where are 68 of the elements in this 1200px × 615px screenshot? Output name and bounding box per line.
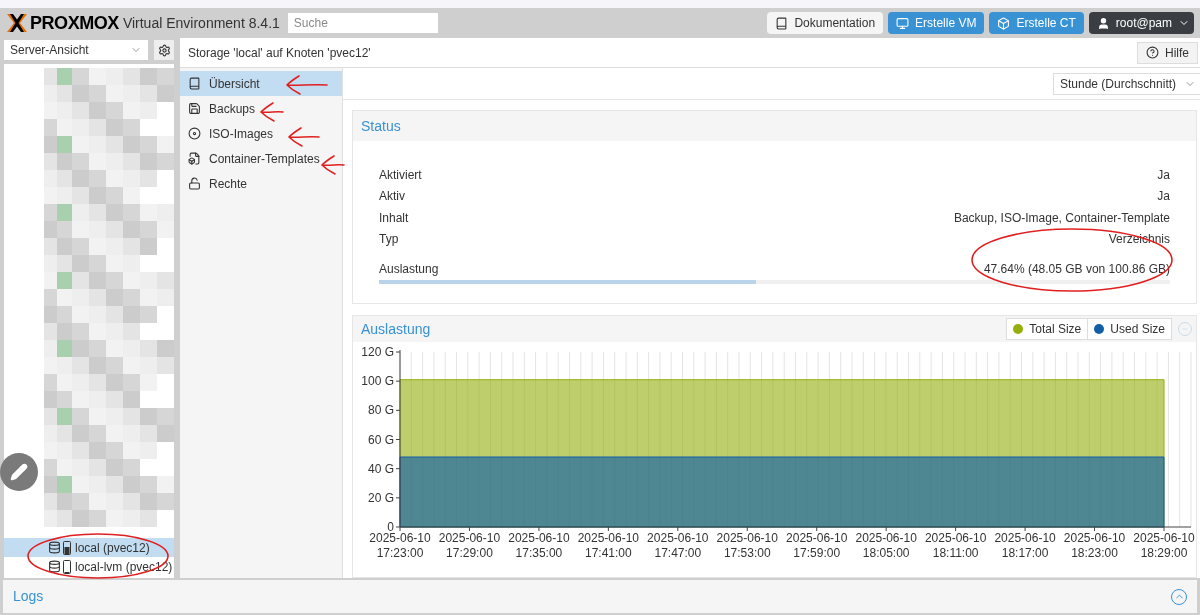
y-tick-label: 0 (387, 520, 394, 534)
view-select[interactable]: Server-Ansicht (4, 40, 148, 60)
menu-item[interactable]: ISO-Images (180, 121, 342, 146)
x-tick-label: 2025-06-10 17:23:00 (369, 531, 431, 560)
storage-icon (63, 540, 71, 555)
menu-item[interactable]: Rechte (180, 171, 342, 196)
y-tick-label: 40 G (368, 461, 394, 476)
user-icon (1096, 16, 1110, 30)
x-tick-label: 2025-06-10 18:23:00 (1063, 531, 1126, 560)
cube-icon (997, 16, 1011, 30)
annotation-arrow (260, 102, 284, 122)
annotation-arrow (321, 155, 345, 175)
y-tick-label: 20 G (368, 490, 394, 505)
panel-title: Status (361, 116, 401, 136)
annotation-arrow (288, 127, 320, 147)
status-label: Aktiviert (379, 166, 422, 184)
annotation-arrow (286, 75, 328, 95)
y-tick-label: 60 G (368, 432, 394, 447)
x-tick-label: 2025-06-10 18:11:00 (924, 531, 987, 560)
user-menu-button[interactable]: root@pam (1088, 12, 1194, 34)
x-tick-label: 2025-06-10 18:05:00 (855, 531, 917, 560)
panel-title: Auslastung (361, 319, 431, 339)
x-tick-label: 2025-06-10 17:53:00 (716, 531, 778, 560)
logo-x-icon (6, 13, 28, 33)
x-tick-label: 2025-06-10 17:47:00 (647, 531, 709, 560)
logo: PROXMOX (30, 11, 119, 35)
menu-item[interactable]: Übersicht (180, 71, 342, 96)
timeframe-select[interactable]: Stunde (Durchschnitt) (1053, 72, 1200, 95)
usage-label: Auslastung (379, 261, 439, 278)
x-tick-label: 2025-06-10 17:59:00 (786, 531, 848, 560)
status-label: Typ (379, 231, 399, 249)
x-tick-label: 2025-06-10 17:29:00 (438, 531, 501, 560)
unlocked-icon (188, 177, 201, 190)
status-value: Ja (1157, 188, 1170, 206)
x-tick-label: 2025-06-10 17:35:00 (508, 531, 570, 560)
help-button[interactable]: Hilfe (1137, 41, 1198, 64)
menu-item[interactable]: Container-Templates (180, 146, 342, 171)
y-tick-label: 100 G (361, 374, 394, 389)
pencil-icon (10, 463, 28, 481)
tree-item[interactable]: local (pvec12) (4, 538, 174, 557)
legend-item[interactable]: Used Size (1087, 319, 1171, 339)
book-icon (775, 16, 789, 30)
y-tick-label: 120 G (361, 345, 394, 359)
database-icon (48, 541, 61, 554)
menu-item[interactable]: Backups (180, 96, 342, 121)
book-icon (188, 77, 201, 90)
help-icon (1146, 46, 1159, 59)
x-tick-label: 2025-06-10 18:17:00 (994, 531, 1056, 560)
disc-icon (188, 127, 201, 140)
monitor-icon (896, 16, 910, 30)
status-label: Aktiv (379, 188, 405, 206)
legend-item[interactable]: Total Size (1007, 319, 1088, 339)
y-tick-label: 80 G (368, 403, 394, 418)
panel-title: Logs (13, 587, 44, 606)
search-field[interactable]: Suche (287, 13, 438, 33)
file-box-icon (188, 152, 201, 165)
storage-icon (63, 559, 71, 574)
settings-icon (157, 43, 171, 57)
database-icon (48, 560, 61, 573)
settings-button[interactable] (154, 40, 174, 60)
x-tick-label: 2025-06-10 17:41:00 (577, 531, 640, 560)
page-title: Storage 'local' auf Knoten 'pvec12' (188, 44, 371, 62)
x-tick-label: 2025-06-10 18:29:00 (1133, 531, 1195, 560)
status-value: Ja (1157, 166, 1170, 184)
product-version: Virtual Environment 8.4.1 (122, 13, 280, 33)
header-button[interactable]: Dokumentation (767, 12, 884, 34)
status-label: Inhalt (379, 209, 409, 227)
status-value: Backup, ISO-Image, Container-Template (953, 209, 1170, 227)
